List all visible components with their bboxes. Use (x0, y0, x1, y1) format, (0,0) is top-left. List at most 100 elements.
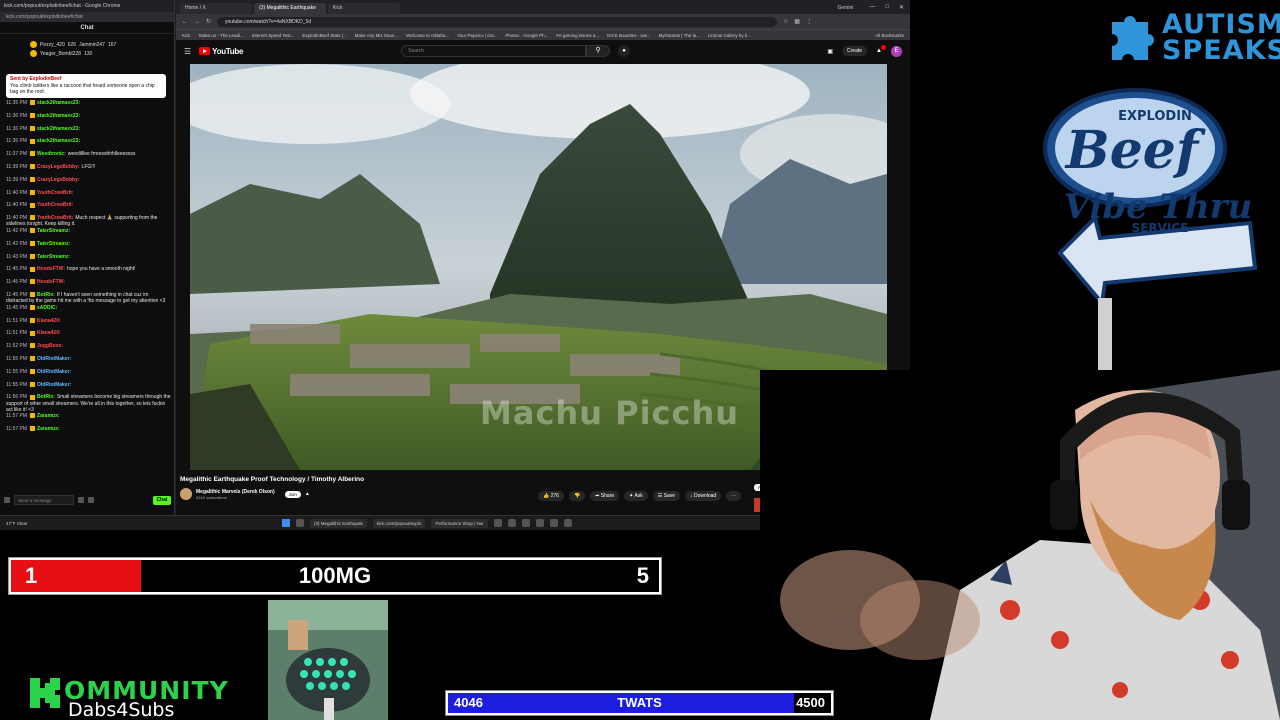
bookmark-item[interactable]: ExplodinBeef Stats |... (302, 33, 346, 38)
chat-username[interactable]: TaterStreamz: (37, 254, 70, 260)
address-bar[interactable]: youtube.com/watch?v=4aNXBDKD_5d (217, 16, 778, 27)
chat-message[interactable]: 11:55 PM OldRiotMaker: (6, 382, 171, 395)
bookmark-item[interactable]: Kick (182, 33, 191, 38)
chat-username[interactable]: TaterStreamz: (37, 228, 70, 234)
more-icon[interactable]: ⋯ (726, 491, 742, 501)
dislike-button[interactable]: 👎 (568, 491, 586, 501)
steam-icon[interactable] (563, 519, 572, 527)
chat-message[interactable]: 11:39 PM CrazyLegsBobby: (6, 177, 171, 190)
chat-message[interactable]: 11:36 PM stack2thamaxx23: (6, 126, 171, 139)
kick-url[interactable]: kick.com/popout/explodinbeef/chat (0, 12, 174, 22)
bookmark-item[interactable]: Photos - Google Ph... (505, 33, 548, 38)
chat-username[interactable]: OldRiotMaker: (37, 369, 71, 375)
chat-message[interactable]: 11:40 PM YouthCrewBrit: (6, 202, 171, 215)
chat-username[interactable]: Klana420: (37, 318, 61, 324)
chat-username[interactable]: HoodsFTW: (37, 279, 65, 285)
chat-username[interactable]: stack2thamaxx23: (37, 100, 80, 106)
chat-username[interactable]: Zaramux: (37, 426, 60, 432)
bookmark-item[interactable]: Myinstants | The la... (658, 33, 699, 38)
ask-button[interactable]: ✦ Ask (624, 491, 648, 501)
forward-icon[interactable]: → (194, 19, 200, 25)
chat-username[interactable]: JuggBoxx: (37, 343, 63, 349)
chat-message[interactable]: 11:45 PM xADDIC: (6, 305, 171, 318)
account-avatar[interactable]: E (891, 45, 902, 57)
bookmark-item[interactable]: Your Pepsico | civi... (457, 33, 497, 38)
back-icon[interactable]: ← (182, 19, 188, 25)
search-input[interactable]: Search (401, 45, 587, 57)
star-icon[interactable]: ☆ (783, 18, 788, 25)
emote-icon[interactable] (4, 497, 10, 503)
chat-message[interactable]: 11:55 PM OldRiotMaker: (6, 369, 171, 382)
chat-username[interactable]: BotRix: (37, 394, 55, 400)
save-button[interactable]: ☰ Save (652, 491, 681, 501)
weather-widget[interactable]: 47°F Clear (6, 521, 46, 526)
folder-icon[interactable] (493, 519, 502, 527)
bell-icon[interactable]: ▲ (305, 491, 310, 497)
pinned-message[interactable]: Sent by ExplodinBeef You climb ladders l… (6, 74, 166, 98)
taskbar-item-shop[interactable]: Performance Shop | Nor (431, 518, 488, 528)
chat-username[interactable]: HoodsFTW: (37, 266, 65, 272)
chat-message[interactable]: 11:45 PM HoodsFTW: hope you have a smooth … (6, 266, 171, 279)
tab-x[interactable]: Home / X (180, 3, 252, 14)
join-button[interactable]: Join (284, 490, 301, 498)
bookmark-item[interactable]: Make Any Mix Soun... (355, 33, 399, 38)
chat-username[interactable]: YouthCrewBrit: (37, 202, 73, 208)
chat-username[interactable]: stack2thamaxx23: (37, 126, 80, 132)
chat-username[interactable]: YouthCrewBrit: (37, 190, 73, 196)
chat-message[interactable]: 11:55 PM OldRiotMaker: (6, 356, 171, 369)
chat-username[interactable]: Weedtronic: (37, 151, 66, 157)
minimize-icon[interactable]: — (869, 4, 875, 11)
chat-message[interactable]: 11:51 PM Klana420: (6, 318, 171, 331)
bookmark-item[interactable]: Stake.us - The Leadi... (199, 33, 244, 38)
gemini-button[interactable]: Gemini (838, 5, 854, 14)
menu-icon[interactable]: ⋮ (806, 18, 812, 25)
chat-message[interactable]: 11:45 PM BotRix: If I haven't seen somethi… (6, 292, 171, 305)
tab-kick[interactable]: Kick (328, 3, 400, 14)
chat-message[interactable]: 11:51 PM Klana420: (6, 330, 171, 343)
chat-send-button[interactable]: Chat (153, 495, 171, 505)
gear-icon[interactable] (78, 497, 84, 503)
like-button[interactable]: 👍 276 (538, 491, 564, 501)
chat-message[interactable]: 11:40 PM YouthCrewBrit: Much respect 🙏 sup… (6, 215, 171, 228)
chat-username[interactable]: OldRiotMaker: (37, 356, 71, 362)
search-icon[interactable] (296, 519, 304, 527)
chat-message[interactable]: 11:45 PM HoodsFTW: (6, 279, 171, 292)
chat-message[interactable]: 11:43 PM TaterStreamz: (6, 254, 171, 267)
chat-username[interactable]: YouthCrewBrit: (37, 215, 73, 221)
chat-username[interactable]: CrazyLegsBobby: (37, 164, 80, 170)
chat-message[interactable]: 11:57 PM Zaramux: (6, 426, 171, 439)
chat-username[interactable]: Zaramux: (37, 413, 60, 419)
chat-message[interactable]: 11:35 PM stack2thamaxx23: (6, 100, 171, 113)
bell-icon[interactable]: ▲ (876, 45, 886, 54)
all-bookmarks[interactable]: All Bookmarks (875, 33, 904, 38)
chat-username[interactable]: BotRix: (37, 292, 55, 298)
chat-username[interactable]: CrazyLegsBobby: (37, 177, 80, 183)
share-button[interactable]: ➦ Share (590, 491, 620, 501)
chat-message[interactable]: 11:36 PM stack2thamaxx23: (6, 113, 171, 126)
chat-message[interactable]: 11:39 PM CrazyLegsBobby: LFG!!! (6, 164, 171, 177)
taskbar-item-youtube[interactable]: (3) Megalithic Earthquak (310, 518, 367, 528)
chat-message[interactable]: 11:42 PM TaterStreamz: (6, 228, 171, 241)
gift-icon[interactable] (88, 497, 94, 503)
channel-name[interactable]: Megalithic Marvels (Derek Olson) (196, 489, 275, 495)
chat-username[interactable]: OldRiotMaker: (37, 382, 71, 388)
chat-message[interactable]: 11:42 PM TaterStreamz: (6, 241, 171, 254)
chat-username[interactable]: TaterStreamz: (37, 241, 70, 247)
bookmark-item[interactable]: Welcome to Oklaho... (406, 33, 449, 38)
hamburger-icon[interactable]: ☰ (184, 47, 191, 56)
close-icon[interactable]: ✕ (899, 4, 904, 11)
spotify-icon[interactable] (549, 519, 558, 527)
extensions-icon[interactable]: ▦ (794, 18, 800, 25)
chat-message[interactable]: 11:52 PM JuggBoxx: (6, 343, 171, 356)
microphone-icon[interactable]: ● (618, 45, 631, 57)
maximize-icon[interactable]: □ (885, 4, 889, 11)
chat-username[interactable]: stack2thamaxx23: (37, 113, 80, 119)
chat-message[interactable]: 11:56 PM BotRix: Small streamers become bi… (6, 394, 171, 413)
download-button[interactable]: ↓ Download (685, 491, 722, 501)
bookmark-item[interactable]: KICK Bounties - ww... (607, 33, 650, 38)
chat-message[interactable]: 11:57 PM Zaramux: (6, 413, 171, 426)
chat-message[interactable]: 11:37 PM Weedtronic: weedilllee frreesshhh… (6, 151, 171, 164)
chat-username[interactable]: xADDIC: (37, 305, 57, 311)
windows-start-icon[interactable] (282, 519, 290, 527)
obs-icon[interactable] (521, 519, 530, 527)
